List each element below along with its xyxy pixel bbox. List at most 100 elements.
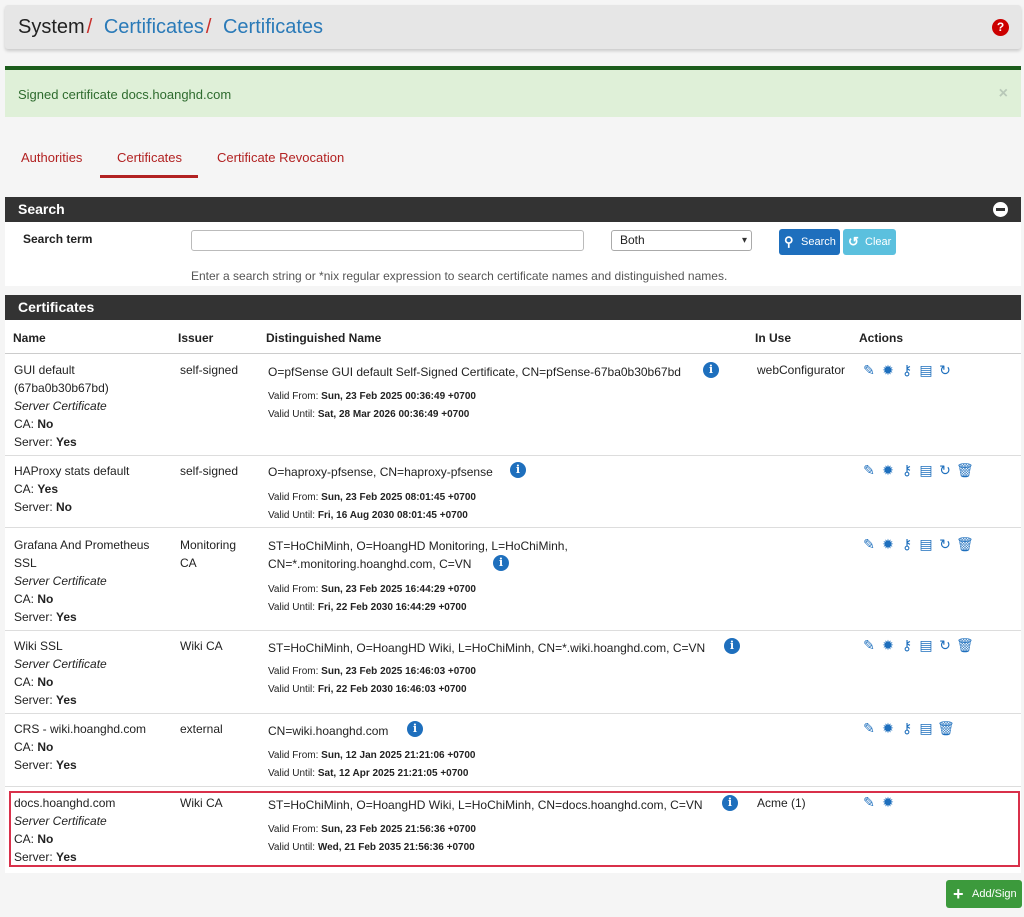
info-icon[interactable]: i bbox=[703, 362, 719, 378]
valid-until: Valid Until: Fri, 22 Feb 2030 16:44:29 +… bbox=[268, 602, 467, 613]
cert-issuer: external bbox=[180, 722, 223, 736]
cert-issuer: self-signed bbox=[180, 464, 239, 478]
valid-from: Valid From: Sun, 23 Feb 2025 21:56:36 +0… bbox=[268, 824, 476, 835]
archive-icon[interactable]: ▤ bbox=[918, 720, 934, 736]
search-button[interactable]: ⚲ Search bbox=[779, 229, 840, 255]
valid-until: Valid Until: Sat, 12 Apr 2025 21:21:05 +… bbox=[268, 768, 469, 779]
cert-name-cell: docs.hoanghd.com Server Certificate CA: … bbox=[14, 796, 116, 864]
active-tab-indicator bbox=[100, 175, 198, 178]
search-input[interactable] bbox=[191, 230, 584, 251]
cert-dn: O=haproxy-pfsense, CN=haproxy-pfsense bbox=[268, 465, 493, 479]
edit-icon[interactable]: ✎ bbox=[861, 720, 877, 736]
chevron-down-icon: ▾ bbox=[741, 235, 747, 246]
export-cert-icon[interactable]: ✹ bbox=[880, 637, 896, 653]
certificates-panel-header: Certificates bbox=[5, 295, 1021, 320]
search-scope-value: Both bbox=[620, 233, 645, 247]
export-cert-icon[interactable]: ✹ bbox=[880, 462, 896, 478]
cert-issuer: Monitoring CA bbox=[180, 538, 237, 570]
valid-until: Valid Until: Fri, 16 Aug 2030 08:01:45 +… bbox=[268, 510, 468, 521]
export-cert-icon[interactable]: ✹ bbox=[880, 362, 896, 378]
cert-dn: CN=wiki.hoanghd.com bbox=[268, 724, 389, 738]
col-header-actions: Actions bbox=[859, 331, 904, 345]
row-actions: ✎ ✹ ⚷ ▤ ↻ bbox=[861, 362, 956, 380]
search-icon: ⚲ bbox=[784, 234, 794, 249]
row-actions: ✎ ✹ ⚷ ▤ ↻ 🗑 bbox=[861, 536, 975, 554]
trash-icon[interactable]: 🗑 bbox=[956, 536, 974, 552]
archive-icon[interactable]: ▤ bbox=[918, 536, 934, 552]
renew-icon[interactable]: ↻ bbox=[937, 637, 953, 653]
edit-icon[interactable]: ✎ bbox=[861, 462, 877, 478]
row-actions: ✎ ✹ ⚷ ▤ ↻ 🗑 bbox=[861, 462, 975, 480]
info-icon[interactable]: i bbox=[493, 555, 509, 571]
edit-icon[interactable]: ✎ bbox=[861, 536, 877, 552]
valid-from: Valid From: Sun, 23 Feb 2025 16:46:03 +0… bbox=[268, 666, 476, 677]
archive-icon[interactable]: ▤ bbox=[918, 362, 934, 378]
cert-name-cell: Grafana And Prometheus SSL Server Certif… bbox=[14, 538, 150, 624]
search-panel: Search Search term Both ▾ ⚲ Search ↺ Cle… bbox=[5, 197, 1021, 286]
archive-icon[interactable]: ▤ bbox=[918, 462, 934, 478]
undo-icon: ↺ bbox=[848, 234, 859, 249]
cert-name-cell: Wiki SSL Server Certificate CA: No Serve… bbox=[14, 639, 107, 707]
cert-issuer: Wiki CA bbox=[180, 796, 223, 810]
search-hint: Enter a search string or *nix regular ex… bbox=[191, 269, 728, 283]
key-icon[interactable]: ⚷ bbox=[899, 637, 915, 653]
help-icon[interactable]: ? bbox=[992, 19, 1009, 36]
row-actions: ✎ ✹ ⚷ ▤ 🗑 bbox=[861, 720, 956, 738]
cert-name-cell: GUI default (67ba0b30b67bd) Server Certi… bbox=[14, 363, 109, 449]
search-panel-title: Search bbox=[18, 201, 65, 217]
cert-issuer: self-signed bbox=[180, 363, 239, 377]
success-alert: Signed certificate docs.hoanghd.com × bbox=[5, 66, 1021, 117]
breadcrumb-bar: System / Certificates / Certificates ? bbox=[5, 5, 1021, 49]
breadcrumb-certificates[interactable]: Certificates bbox=[104, 16, 204, 38]
renew-icon[interactable]: ↻ bbox=[937, 462, 953, 478]
key-icon[interactable]: ⚷ bbox=[899, 462, 915, 478]
key-icon[interactable]: ⚷ bbox=[899, 536, 915, 552]
tab-certificate-revocation[interactable]: Certificate Revocation bbox=[217, 150, 344, 165]
trash-icon[interactable]: 🗑 bbox=[937, 720, 955, 736]
info-icon[interactable]: i bbox=[407, 721, 423, 737]
breadcrumb: System / Certificates / Certificates bbox=[18, 16, 323, 38]
collapse-icon[interactable] bbox=[993, 202, 1008, 217]
info-icon[interactable]: i bbox=[724, 638, 740, 654]
search-scope-select[interactable]: Both ▾ bbox=[611, 230, 752, 251]
cert-name-cell: HAProxy stats default CA: Yes Server: No bbox=[14, 464, 130, 514]
breadcrumb-system[interactable]: System bbox=[18, 16, 85, 38]
cert-dn: ST=HoChiMinh, O=HoangHD Monitoring, L=Ho… bbox=[268, 539, 568, 571]
renew-icon[interactable]: ↻ bbox=[937, 362, 953, 378]
breadcrumb-certificates-current[interactable]: Certificates bbox=[223, 16, 323, 38]
col-header-dn: Distinguished Name bbox=[266, 331, 382, 345]
key-icon[interactable]: ⚷ bbox=[899, 720, 915, 736]
archive-icon[interactable]: ▤ bbox=[918, 637, 934, 653]
cert-name-cell: CRS - wiki.hoanghd.com CA: No Server: Ye… bbox=[14, 722, 147, 772]
export-cert-icon[interactable]: ✹ bbox=[880, 536, 896, 552]
info-icon[interactable]: i bbox=[510, 462, 526, 478]
cert-in-use: Acme (1) bbox=[757, 796, 806, 810]
cert-issuer: Wiki CA bbox=[180, 639, 223, 653]
search-panel-header: Search bbox=[5, 197, 1021, 222]
certificates-panel: Certificates Name Issuer Distinguished N… bbox=[5, 295, 1021, 873]
col-header-issuer: Issuer bbox=[178, 331, 214, 345]
edit-icon[interactable]: ✎ bbox=[861, 362, 877, 378]
valid-until: Valid Until: Fri, 22 Feb 2030 16:46:03 +… bbox=[268, 684, 467, 695]
certificates-panel-title: Certificates bbox=[18, 299, 95, 315]
renew-icon[interactable]: ↻ bbox=[937, 536, 953, 552]
info-icon[interactable]: i bbox=[722, 795, 738, 811]
add-sign-button[interactable]: + Add/Sign bbox=[946, 880, 1022, 908]
col-header-inuse: In Use bbox=[755, 331, 792, 345]
valid-from: Valid From: Sun, 12 Jan 2025 21:21:06 +0… bbox=[268, 750, 476, 761]
export-cert-icon[interactable]: ✹ bbox=[880, 794, 896, 810]
trash-icon[interactable]: 🗑 bbox=[956, 637, 974, 653]
cert-in-use: webConfigurator bbox=[757, 363, 846, 377]
valid-from: Valid From: Sun, 23 Feb 2025 16:44:29 +0… bbox=[268, 584, 476, 595]
key-icon[interactable]: ⚷ bbox=[899, 362, 915, 378]
cert-dn: O=pfSense GUI default Self-Signed Certif… bbox=[268, 365, 681, 379]
export-cert-icon[interactable]: ✹ bbox=[880, 720, 896, 736]
tab-authorities[interactable]: Authorities bbox=[21, 150, 82, 165]
trash-icon[interactable]: 🗑 bbox=[956, 462, 974, 478]
clear-button[interactable]: ↺ Clear bbox=[843, 229, 896, 255]
tab-certificates[interactable]: Certificates bbox=[117, 150, 182, 165]
edit-icon[interactable]: ✎ bbox=[861, 637, 877, 653]
tab-bar: Authorities Certificates Certificate Rev… bbox=[5, 140, 405, 180]
edit-icon[interactable]: ✎ bbox=[861, 794, 877, 810]
close-icon[interactable]: × bbox=[999, 85, 1008, 103]
